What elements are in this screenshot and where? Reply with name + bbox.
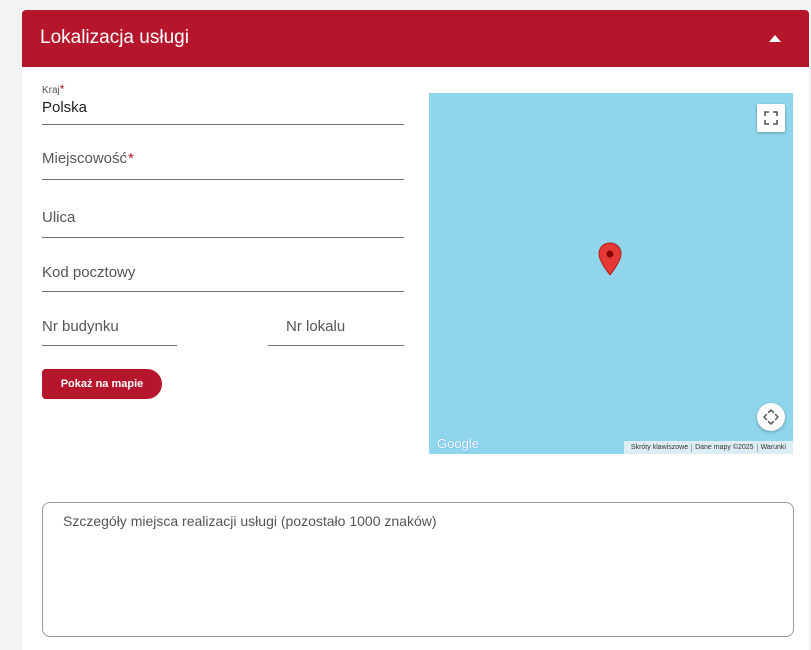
postal-code-field[interactable]: Kod pocztowy <box>42 264 404 292</box>
show-on-map-button[interactable]: Pokaż na mapie <box>42 369 162 399</box>
street-label: Ulica <box>42 209 76 226</box>
street-field[interactable]: Ulica <box>42 209 404 238</box>
country-value[interactable]: Polska <box>42 99 87 116</box>
country-field[interactable] <box>42 123 404 125</box>
building-number-label: Nr budynku <box>42 318 119 335</box>
service-location-card: Lokalizacja usługi Kraj* Polska Miejscow… <box>22 10 809 650</box>
google-logo: Google <box>437 436 479 451</box>
fullscreen-button[interactable] <box>757 104 785 132</box>
map-pin-icon[interactable] <box>597 242 623 276</box>
collapse-chevron-icon[interactable] <box>769 35 781 42</box>
postal-code-label: Kod pocztowy <box>42 264 136 281</box>
section-header[interactable]: Lokalizacja usługi <box>22 10 809 67</box>
required-mark: * <box>128 150 134 167</box>
city-field[interactable]: Miejscowość* <box>42 150 404 180</box>
location-details-textarea[interactable]: Szczegóły miejsca realizacji usługi (poz… <box>42 502 794 637</box>
country-label: Kraj* <box>42 82 65 96</box>
location-details-placeholder: Szczegóły miejsca realizacji usługi (poz… <box>63 513 437 529</box>
unit-number-field[interactable]: Nr lokalu <box>268 318 404 346</box>
terms-link[interactable]: Warunki <box>758 444 789 451</box>
map-footer: Skróty klawiszowe Dane mapy ©2025 Warunk… <box>623 441 793 454</box>
building-number-field[interactable]: Nr budynku <box>42 318 177 346</box>
required-mark: * <box>59 82 65 96</box>
section-title: Lokalizacja usługi <box>40 27 189 48</box>
map-view[interactable]: Google Skróty klawiszowe Dane mapy ©2025… <box>429 93 793 454</box>
keyboard-shortcuts-link[interactable]: Skróty klawiszowe <box>628 444 691 451</box>
map-data-attribution: Dane mapy ©2025 <box>695 444 754 451</box>
move-arrows-icon <box>763 409 779 425</box>
move-map-button[interactable] <box>757 403 785 431</box>
city-label: Miejscowość <box>42 150 128 167</box>
fullscreen-icon <box>764 111 778 125</box>
unit-number-label: Nr lokalu <box>286 318 346 335</box>
